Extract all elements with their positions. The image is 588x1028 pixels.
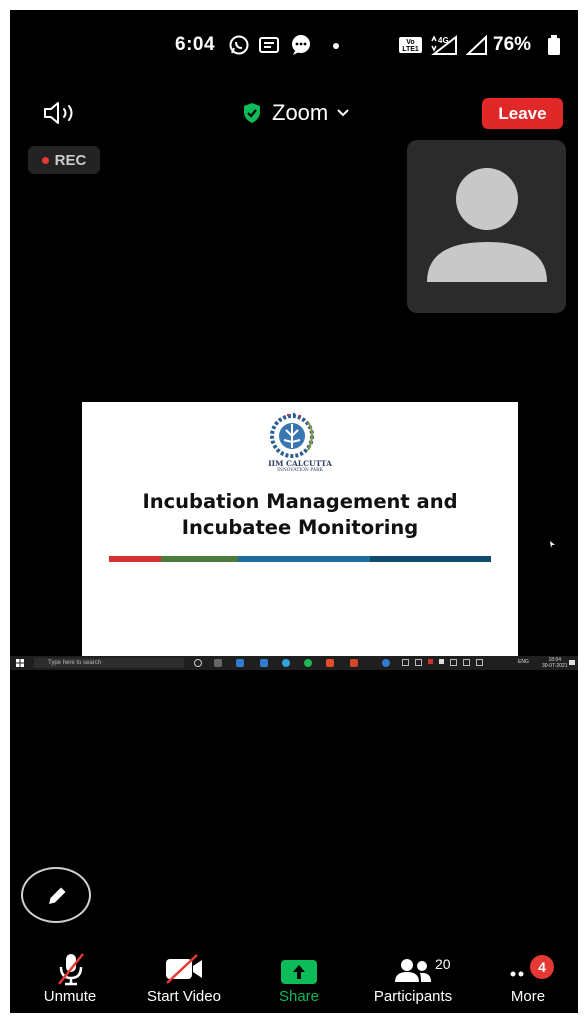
system-tray [402, 659, 512, 667]
volume-tray-icon [476, 659, 483, 666]
tray-icon [450, 659, 457, 666]
battery-percent: 76% [493, 34, 532, 55]
recording-dot-icon [41, 156, 49, 164]
chevron-down-icon [337, 109, 349, 117]
more-dots-icon [510, 971, 524, 977]
stripe-navy [370, 556, 491, 562]
speaker-icon[interactable] [42, 100, 82, 126]
more-button[interactable]: 4 More [498, 950, 558, 1010]
taskbar-date: 30-07-2021 [542, 663, 568, 669]
logo-line-1: IIM CALCUTTA [268, 459, 332, 468]
message-icon [259, 37, 279, 53]
acrobat-icon [326, 659, 334, 667]
meeting-title: Zoom [272, 100, 329, 125]
recording-indicator: REC [28, 146, 100, 174]
whatsapp-icon [229, 35, 249, 55]
signal-icon [466, 34, 487, 55]
taskbar-search: Type here to search [34, 658, 184, 668]
cortana-icon [194, 659, 202, 667]
unmute-label: Unmute [43, 988, 97, 1005]
participants-label: Participants [373, 988, 453, 1005]
slide-title-line-2: Incubatee Monitoring [181, 516, 419, 539]
logo-line-2: INNOVATION PARK [277, 468, 323, 473]
shared-screen-slide: IIM CALCUTTA INNOVATION PARK Incubation … [82, 402, 518, 656]
chat-bubble-icon [292, 35, 310, 55]
video-off-icon [166, 954, 202, 984]
notification-dot-icon [333, 43, 339, 49]
recording-label: REC [54, 151, 87, 169]
tray-icon [415, 659, 422, 666]
share-label: Share [278, 988, 320, 1005]
leave-button[interactable]: Leave [482, 98, 563, 129]
stripe-green [161, 556, 238, 562]
language-indicator: ENG [518, 659, 529, 665]
iim-calcutta-logo [270, 412, 314, 458]
svg-text:Vo: Vo [406, 39, 414, 46]
more-badge: 4 [530, 955, 554, 979]
meeting-title-dropdown[interactable]: Zoom [242, 98, 350, 128]
taskbar-clock: 18:04 30-07-2021 [542, 657, 568, 669]
share-icon [281, 960, 317, 984]
shared-taskbar: Type here to search ENG 18:04 30-07-2021 [10, 656, 578, 670]
shield-check-icon [244, 103, 260, 123]
notification-center-icon [569, 660, 575, 665]
windows-start-icon [16, 659, 24, 667]
microphone-muted-icon [58, 953, 84, 986]
more-label: More [510, 988, 546, 1005]
volte-icon: Vo LTE1 [399, 37, 422, 53]
avatar-placeholder-icon [427, 168, 547, 282]
wifi-tray-icon [463, 659, 470, 666]
taskbar-app-icon-1 [236, 659, 244, 667]
color-stripe [109, 556, 491, 562]
status-bar: 6:04 Vo LTE1 4G 76% [10, 10, 578, 80]
battery-icon [548, 35, 560, 55]
stripe-red [109, 556, 161, 562]
self-video-thumbnail[interactable] [407, 140, 566, 313]
participants-button[interactable]: 20 Participants [364, 950, 462, 1010]
task-view-icon [214, 659, 222, 667]
share-button[interactable]: Share [266, 950, 332, 1010]
start-video-label: Start Video [147, 988, 221, 1005]
stripe-blue [238, 556, 370, 562]
participants-count: 20 [435, 956, 451, 972]
svg-text:LTE1: LTE1 [402, 46, 419, 53]
tray-icon [402, 659, 409, 666]
status-time: 6:04 [175, 34, 216, 55]
pencil-icon [49, 887, 66, 904]
participants-icon [395, 959, 431, 982]
powerpoint-icon [350, 659, 358, 667]
signal-4g-icon: 4G [431, 34, 457, 55]
zoom-taskbar-icon [382, 659, 390, 667]
tray-icon [428, 659, 433, 664]
telegram-icon [282, 659, 290, 667]
unmute-button[interactable]: Unmute [30, 950, 110, 1010]
spotify-icon [304, 659, 312, 667]
start-video-button[interactable]: Start Video [136, 950, 232, 1010]
taskbar-app-icon-2 [260, 659, 268, 667]
slide-title-line-1: Incubation Management and [142, 490, 458, 513]
annotate-button[interactable] [21, 867, 91, 923]
shared-cursor-icon [550, 541, 555, 548]
zoom-meeting-screen: 6:04 Vo LTE1 4G 76% Zoom Leave REC IIM C… [10, 10, 578, 1013]
tray-icon [439, 659, 444, 664]
